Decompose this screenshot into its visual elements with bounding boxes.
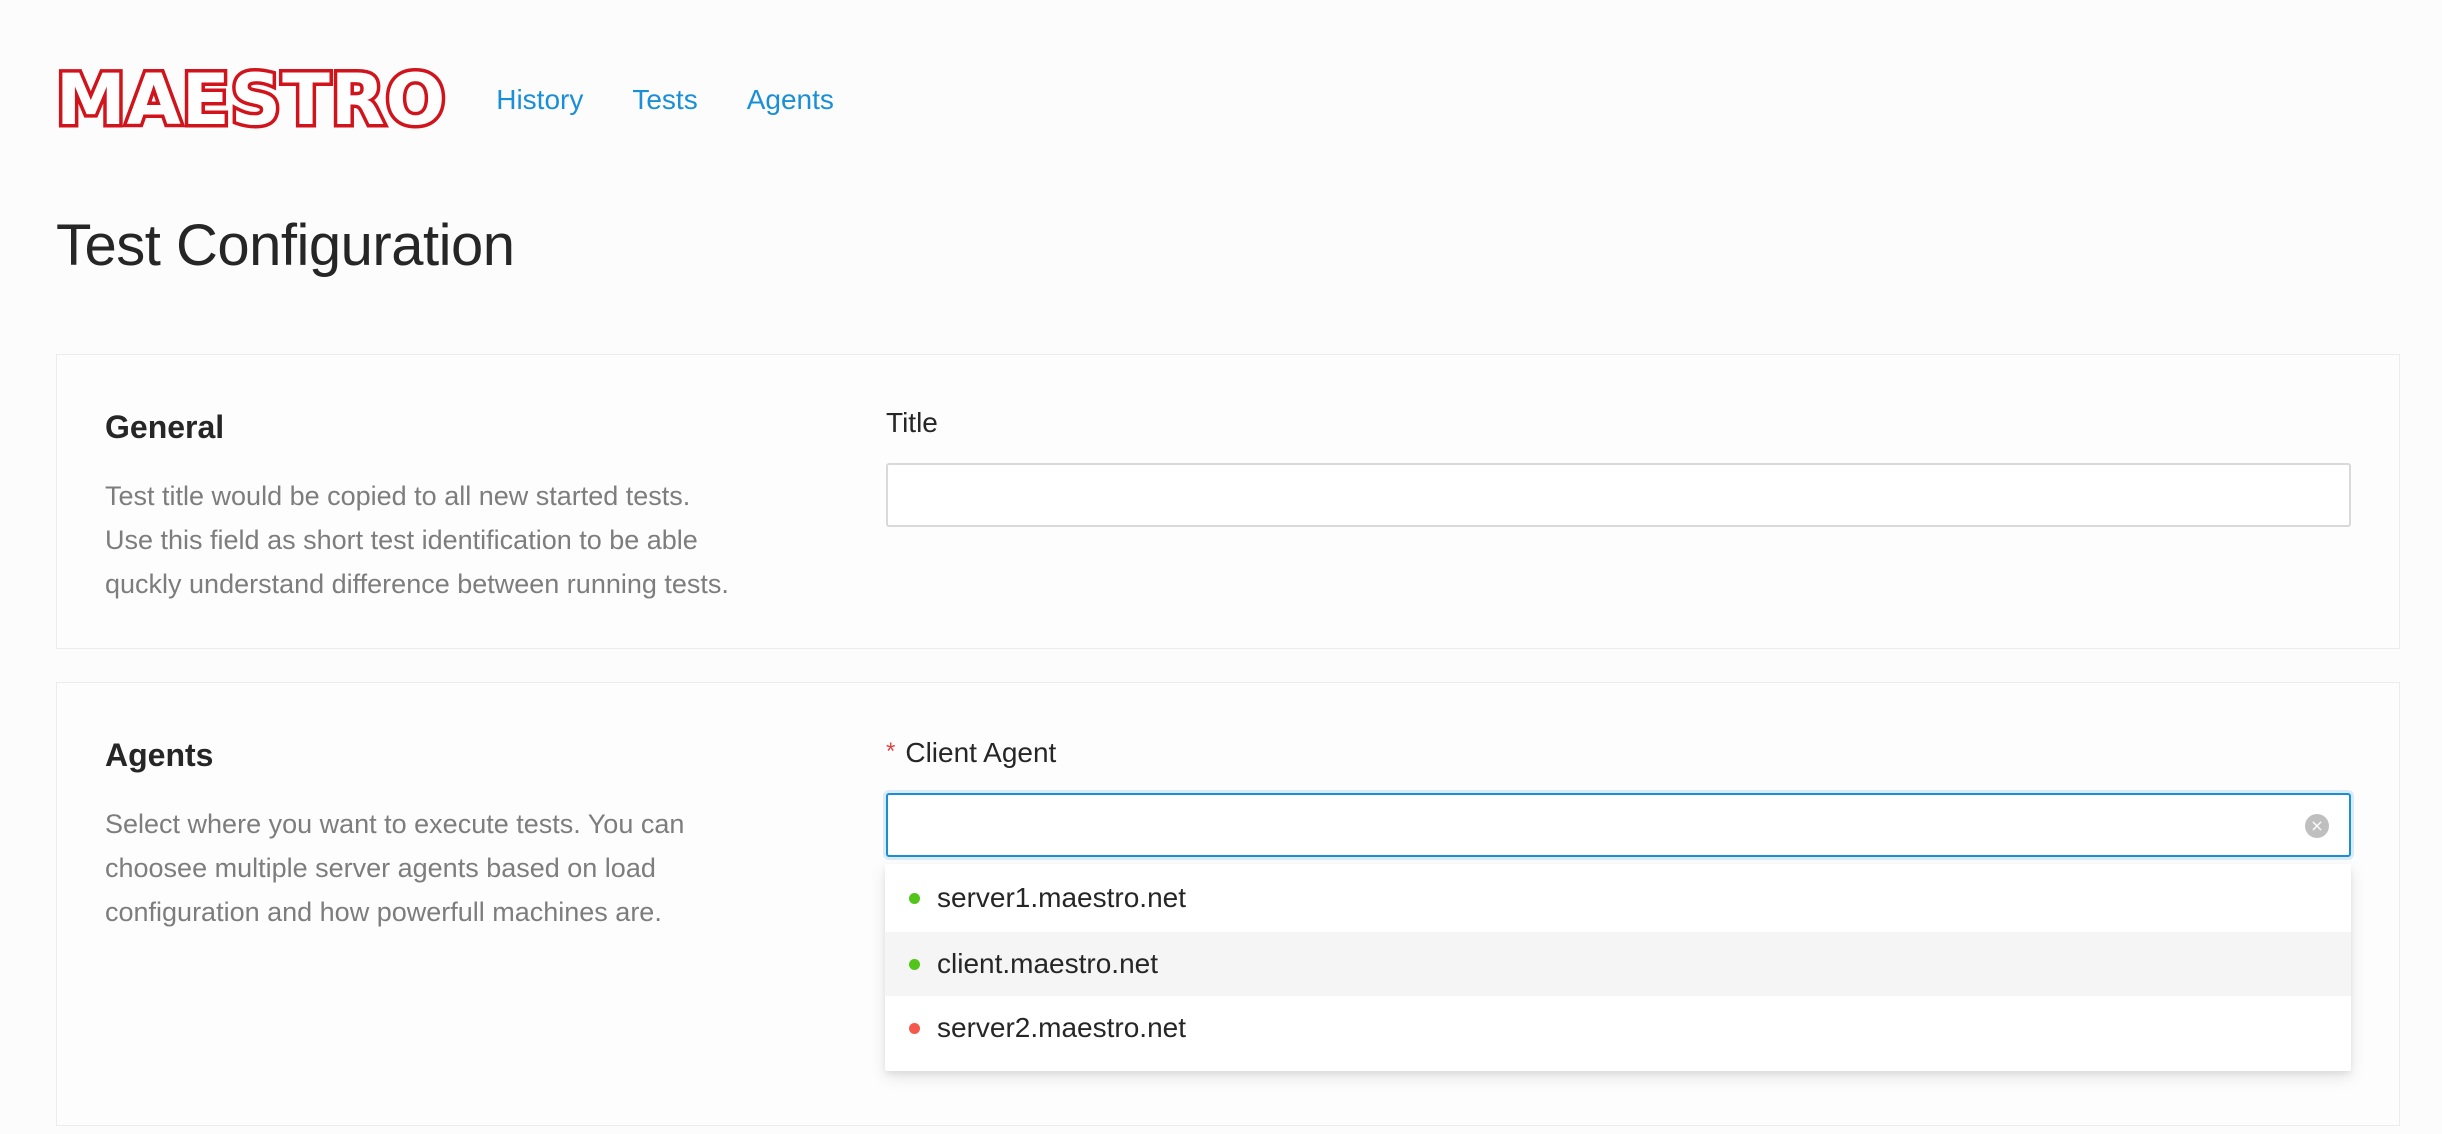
status-dot-icon [909, 1022, 920, 1034]
page: MAESTRO History Tests Agents Test Config… [0, 0, 2442, 1134]
clear-icon[interactable]: × [2305, 814, 2329, 838]
nav-history[interactable]: History [496, 84, 583, 116]
main-nav: History Tests Agents [496, 84, 834, 116]
nav-tests[interactable]: Tests [632, 84, 697, 116]
title-field-label: Title [886, 407, 938, 438]
client-agent-label-text: Client Agent [905, 737, 1057, 768]
general-title: General [105, 409, 225, 445]
header: MAESTRO History Tests Agents [52, 52, 834, 148]
agent-option-label: client.maestro.net [937, 948, 1158, 979]
agent-option[interactable]: client.maestro.net [885, 932, 2351, 996]
agents-description-line: choosee multiple server agents based on … [105, 853, 656, 883]
agents-title: Agents [105, 737, 214, 773]
agent-option-label: server1.maestro.net [937, 882, 1186, 913]
general-description-line: Use this field as short test identificat… [105, 525, 698, 555]
agent-option[interactable]: server1.maestro.net [885, 864, 2351, 932]
logo-text: MAESTRO [52, 59, 448, 141]
general-description: Test title would be copied to all new st… [105, 474, 845, 606]
agent-option-label: server2.maestro.net [937, 1012, 1186, 1043]
page-title: Test Configuration [56, 213, 515, 278]
client-agent-dropdown: server1.maestro.net client.maestro.net s… [885, 864, 2351, 1071]
title-input[interactable] [886, 463, 2351, 527]
general-card: General Test title would be copied to al… [56, 354, 2400, 649]
client-agent-label: * Client Agent [886, 737, 1056, 769]
agents-info: Agents Select where you want to execute … [105, 737, 845, 934]
required-mark: * [886, 738, 896, 765]
nav-agents[interactable]: Agents [747, 84, 834, 116]
general-description-line: Test title would be copied to all new st… [105, 481, 691, 511]
status-dot-icon [909, 958, 920, 970]
agent-option[interactable]: server2.maestro.net [885, 996, 2351, 1060]
agents-description-line: configuration and how powerfull machines… [105, 897, 662, 927]
agents-description: Select where you want to execute tests. … [105, 802, 845, 934]
status-dot-icon [909, 892, 920, 904]
client-agent-select[interactable]: × [886, 793, 2351, 857]
agents-description-line: Select where you want to execute tests. … [105, 809, 685, 839]
logo[interactable]: MAESTRO [52, 59, 448, 141]
general-description-line: quckly understand difference between run… [105, 569, 729, 599]
general-info: General Test title would be copied to al… [105, 409, 845, 606]
